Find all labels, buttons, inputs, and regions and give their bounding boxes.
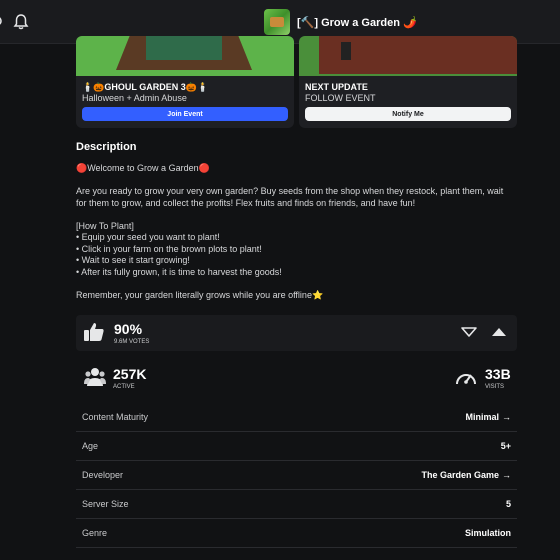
game-info-table: Content Maturity Minimal → Age 5+ Develop…	[76, 403, 517, 548]
info-key: Server Size	[82, 499, 129, 509]
back-icon[interactable]	[0, 14, 4, 28]
info-key: Developer	[82, 470, 124, 480]
step-item: • After its fully grown, it is time to h…	[76, 266, 282, 277]
event-image	[299, 36, 517, 76]
game-title: [🔨] Grow a Garden 🌶️	[297, 16, 417, 29]
people-icon	[84, 368, 106, 386]
event-title: 🕯️🎃GHOUL GARDEN 3🎃🕯️	[82, 82, 209, 92]
game-thumbnail[interactable]	[264, 9, 290, 35]
visits-count: 33B	[485, 366, 511, 382]
event-image	[76, 36, 294, 76]
game-title-group[interactable]: [🔨] Grow a Garden 🌶️	[264, 8, 417, 36]
info-value: 5+	[500, 441, 511, 451]
event-cards: 🕯️🎃GHOUL GARDEN 3🎃🕯️ Halloween + Admin A…	[76, 36, 517, 128]
info-row-server-size: Server Size 5	[76, 490, 517, 519]
info-value: 5	[505, 499, 511, 509]
event-card-next-update[interactable]: NEXT UPDATE FOLLOW EVENT Notify Me	[299, 36, 517, 128]
notification-bell-icon[interactable]	[12, 13, 30, 31]
event-title: NEXT UPDATE	[305, 82, 368, 92]
visits-label: VISITS	[485, 384, 505, 390]
speedometer-icon	[456, 374, 476, 385]
info-value: The Garden Game →	[421, 470, 511, 480]
how-to-plant-header: [How To Plant]	[76, 220, 134, 231]
step-item: • Equip your seed you want to plant!	[76, 232, 220, 242]
description-intro: Are you ready to grow your very own gard…	[76, 186, 504, 208]
thumbs-up-icon	[84, 323, 104, 341]
info-key: Age	[82, 441, 99, 451]
event-subtitle: FOLLOW EVENT	[305, 93, 376, 103]
description-outro: Remember, your garden literally grows wh…	[76, 289, 324, 300]
info-value: Minimal →	[465, 412, 511, 422]
arrow-right-icon: →	[502, 412, 511, 422]
info-value: Simulation	[464, 528, 511, 538]
info-key: Content Maturity	[82, 412, 149, 422]
description-heading: Description	[76, 141, 137, 153]
step-item: • Click in your farm on the brown plots …	[76, 243, 262, 254]
thumbs-up-arrow-icon[interactable]	[490, 325, 508, 339]
vote-panel: 90% 9.6M VOTES	[76, 315, 517, 351]
vote-count: 9.6M VOTES	[114, 339, 150, 345]
info-row-developer[interactable]: Developer The Garden Game →	[76, 461, 517, 490]
arrow-right-icon: →	[502, 470, 511, 480]
description-body: 🔴Welcome to Grow a Garden🔴 Are you ready…	[76, 163, 516, 301]
notify-me-button[interactable]: Notify Me	[305, 107, 511, 121]
active-label: ACTIVE	[113, 384, 135, 390]
vote-percentage: 90%	[114, 321, 143, 337]
info-key: Genre	[82, 528, 108, 538]
step-item: • Wait to see it start growing!	[76, 255, 190, 265]
description-welcome: 🔴Welcome to Grow a Garden🔴	[76, 163, 210, 173]
active-count: 257K	[113, 366, 147, 382]
event-card-ghoul-garden[interactable]: 🕯️🎃GHOUL GARDEN 3🎃🕯️ Halloween + Admin A…	[76, 36, 294, 128]
info-row-content-maturity[interactable]: Content Maturity Minimal →	[76, 403, 517, 432]
thumbs-down-arrow-icon[interactable]	[460, 325, 478, 339]
join-event-button[interactable]: Join Event	[82, 107, 288, 121]
info-row-age: Age 5+	[76, 432, 517, 461]
info-row-genre: Genre Simulation	[76, 519, 517, 548]
event-subtitle: Halloween + Admin Abuse	[82, 93, 187, 103]
